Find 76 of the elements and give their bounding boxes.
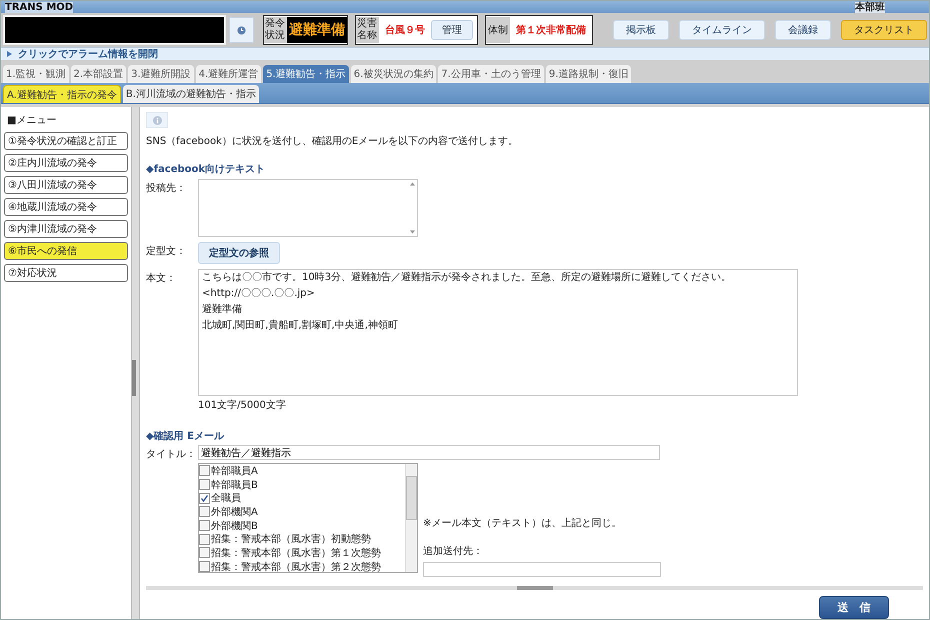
header-button[interactable]: タイムライン	[679, 20, 765, 40]
intro-text: SNS（facebook）に状況を送付し、確認用のEメールを以下の内容で送付します。	[146, 134, 520, 148]
system-label: 体制	[486, 17, 510, 43]
alarm-toggle-bar[interactable]: クリックでアラーム情報を開閉	[1, 47, 929, 60]
status-value: 避難準備	[287, 17, 347, 43]
tab[interactable]: 1.監視・観測	[3, 65, 69, 83]
disaster-label: 災害名称	[356, 17, 379, 43]
checkbox[interactable]	[199, 534, 210, 545]
horizontal-scrollbar[interactable]	[146, 586, 923, 590]
checkbox[interactable]	[199, 547, 210, 558]
system-value: 第１次非常配備	[515, 24, 587, 37]
sub-tab[interactable]: B.河川流域の避難勧告・指示	[122, 85, 259, 103]
menu-item[interactable]: ⑦対応状況	[4, 264, 128, 282]
menu-item[interactable]: ③八田川流域の発令	[4, 176, 128, 194]
clock-icon	[237, 26, 246, 34]
send-button[interactable]: 送 信	[819, 596, 889, 619]
field-label: タイトル：	[146, 448, 197, 461]
checkbox[interactable]	[199, 561, 210, 572]
field-label: 定型文：	[146, 244, 187, 259]
tab[interactable]: 3.避難所開設	[128, 65, 194, 83]
tab[interactable]: 7.公用車・土のう管理	[438, 65, 544, 83]
scroll-down-icon[interactable]	[410, 230, 414, 234]
menu-item[interactable]: ②庄内川流域の発令	[4, 154, 128, 172]
caret-icon	[7, 51, 12, 57]
tab[interactable]: 4.避難所運営	[196, 65, 262, 83]
checkbox[interactable]	[199, 506, 210, 518]
character-counter: 101文字/5000文字	[198, 398, 287, 412]
info-icon	[152, 116, 162, 124]
recipient-label: 招集：警戒本部（風水害）初動態勢	[211, 532, 371, 546]
checkbox[interactable]	[199, 492, 210, 504]
recipient-label: 全職員	[211, 492, 241, 506]
status-label: 発令状況	[264, 17, 287, 43]
recipient-label: 招集：警戒本部（風水害）第２次態勢	[211, 560, 381, 572]
tab[interactable]: 5.避難勧告・指示	[263, 65, 349, 83]
menu-item[interactable]: ⑥市民への発信	[4, 242, 128, 260]
recipient-label: 幹部職員A	[211, 464, 258, 478]
note-text: ※メール本文（テキスト）は、上記と同じ。	[423, 516, 622, 530]
post-to-field[interactable]	[198, 179, 418, 237]
tab[interactable]: 6.被災状況の集約	[350, 65, 436, 83]
recipient-label: 外部機関B	[211, 520, 258, 533]
body-text-field[interactable]: こちらは〇〇市です。10時3分、避難勧告／避難指示が発令されました。至急、所定の避難場所に避難してください。 <http://〇〇〇.〇〇.jp> 避難準備 北城町,関田町,貴船町,割塚町,中央通,神領町	[198, 269, 798, 396]
tab[interactable]: 9.道路規制・復旧	[546, 65, 632, 83]
header-button[interactable]: タスクリスト	[841, 20, 927, 40]
menu-item[interactable]: ④地蔵川流域の発令	[4, 198, 128, 216]
checkbox[interactable]	[199, 465, 210, 476]
user-group-label: 本部班	[855, 2, 885, 12]
info-button[interactable]	[146, 112, 168, 128]
clock-button[interactable]	[229, 17, 254, 43]
sub-tab[interactable]: A.避難勧告・指示の発令	[3, 85, 121, 103]
field-label: 本文：	[146, 272, 177, 286]
recipient-label: 幹部職員B	[211, 478, 258, 492]
list-scrollbar[interactable]	[405, 464, 417, 572]
app-title: TRANS MOD	[5, 2, 74, 12]
menu-heading: ■メニュー	[7, 114, 58, 127]
section-heading: ◆確認用 Eメール	[146, 430, 226, 443]
checkbox[interactable]	[199, 520, 210, 532]
field-label: 投稿先：	[146, 182, 187, 196]
template-button[interactable]: 定型文の参照	[198, 242, 280, 264]
splitter[interactable]	[131, 107, 140, 619]
scroll-up-icon[interactable]	[410, 182, 414, 186]
recipient-label: 招集：警戒本部（風水害）第１次態勢	[211, 546, 381, 560]
header-button[interactable]: 会議録	[775, 20, 831, 40]
recipient-list[interactable]: 幹部職員A 幹部職員B 全職員 外部機関A 外部機関B 招集：警戒本部（風水害）初動態勢 招集：警戒本部（風水害）第１次態勢 招集：警戒本部（風水害）第２次態勢	[198, 463, 418, 573]
field-label: 追加送付先：	[423, 544, 484, 558]
section-heading: ◆facebook向けテキスト	[146, 162, 266, 176]
recipient-label: 外部機関A	[211, 506, 258, 519]
disaster-name: 台風９号	[384, 24, 426, 37]
menu-item[interactable]: ①発令状況の確認と訂正	[4, 132, 128, 150]
extra-recipient-field[interactable]	[423, 562, 661, 577]
header-button[interactable]: 掲示板	[613, 20, 669, 40]
checkbox[interactable]	[199, 479, 210, 490]
menu-item[interactable]: ⑤内津川流域の発令	[4, 220, 128, 238]
manage-button[interactable]: 管理	[431, 20, 473, 40]
splitter-handle[interactable]	[132, 360, 136, 396]
tab[interactable]: 2.本部設置	[70, 65, 126, 83]
title-field[interactable]: 避難勧告／避難指示	[198, 445, 660, 460]
